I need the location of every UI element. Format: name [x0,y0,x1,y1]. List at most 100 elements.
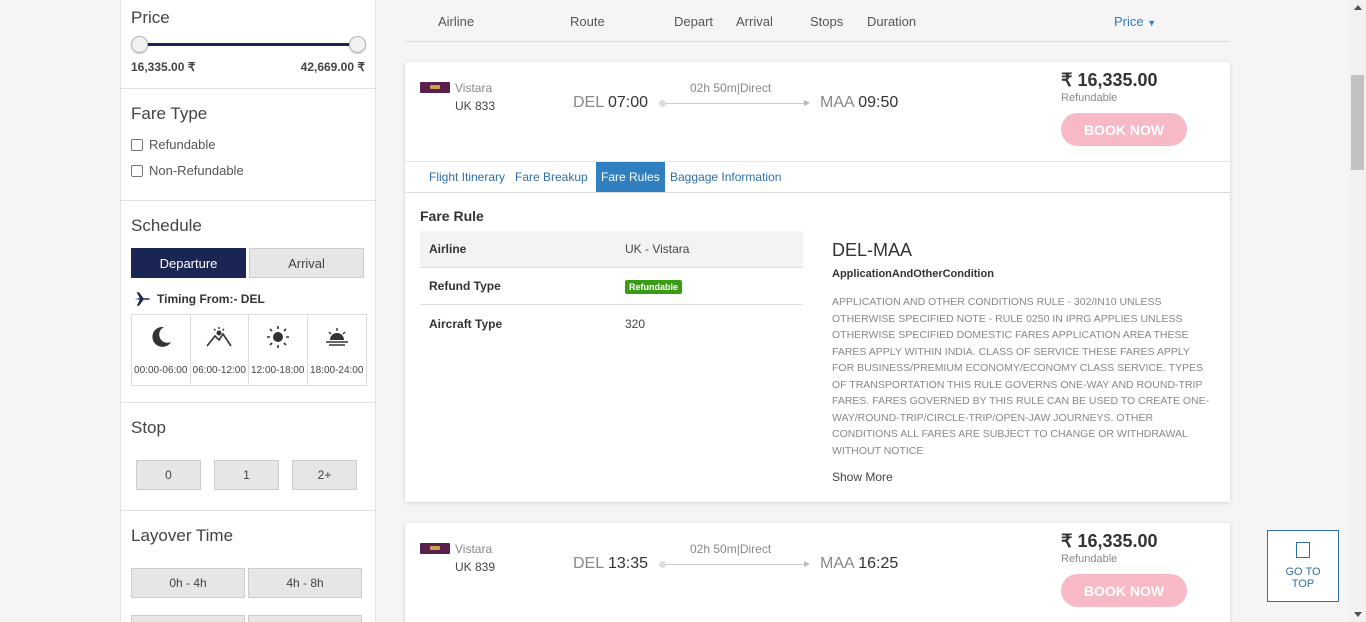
airline-name: Vistara [455,542,493,556]
flight-number: UK 839 [455,560,496,574]
refundable-option[interactable]: Refundable [131,137,216,152]
layover-title: Layover Time [131,526,234,545]
arrival: MAA 16:25 [820,555,898,573]
vistara-logo [420,82,450,93]
layover-button[interactable] [131,615,245,622]
price-slider-min-handle[interactable] [131,36,148,53]
time-slot-afternoon[interactable]: 12:00-18:00 [249,315,308,385]
origin-code: DEL [573,94,604,111]
book-now-button[interactable]: BOOK NOW [1061,574,1187,607]
scrollbar-thumb[interactable] [1351,75,1364,170]
fare-rule-value: 320 [625,316,646,331]
tab-fare-rules[interactable]: Fare Rules [596,162,665,192]
non-refundable-option[interactable]: Non-Refundable [131,163,244,178]
fare-rule-key: Airline [429,242,467,256]
timing-from: Timing From:- DEL [133,291,265,307]
duration-label: 02h 50m|Direct [690,81,772,95]
plane-icon [134,292,150,306]
time-slot-night[interactable]: 00:00-06:00 [132,315,191,385]
arrival-time: 09:50 [858,94,899,111]
fare-rule-table: Airline UK - Vistara Refund Type Refunda… [420,231,803,342]
non-refundable-label: Non-Refundable [149,163,244,178]
arrival: MAA 09:50 [820,94,898,112]
refundable-checkbox[interactable] [131,138,143,151]
layover-0-4-button[interactable]: 0h - 4h [131,568,245,598]
price-slider-track[interactable] [139,43,357,46]
refund-status: Refundable [1061,553,1118,565]
time-slot-evening[interactable]: 18:00-24:00 [308,315,367,385]
layover-options-row2 [131,615,362,622]
refund-status: Refundable [1061,92,1118,104]
fare-type-title: Fare Type [131,104,208,123]
origin-code: DEL [573,555,604,572]
go-to-top-line2: TOP [1291,578,1315,590]
timing-from-label: Timing From:- DEL [157,292,265,306]
destination-code: MAA [820,94,854,111]
departure-button[interactable]: Departure [131,248,246,278]
time-slot-grid: 00:00-06:00 06:00-12:00 12:00-18:00 18:0… [131,314,367,386]
price-slider-max-handle[interactable] [349,36,366,53]
layover-options: 0h - 4h 4h - 8h [131,568,362,598]
departure-time: 07:00 [607,94,649,111]
sunrise-icon [206,327,232,347]
tab-fare-breakup[interactable]: Fare Breakup [510,162,593,192]
refundable-badge: Refundable [625,280,683,294]
scroll-up-arrow-icon[interactable] [1354,5,1362,10]
stop-options: 0 1 2+ [136,460,357,490]
divider [121,510,375,511]
time-slot-label: 18:00-24:00 [310,365,364,376]
header-route[interactable]: Route [570,14,605,29]
divider [121,200,375,201]
filter-sidebar: Price 16,335.00 ₹ 42,669.00 ₹ Fare Type … [120,0,376,622]
duration-label: 02h 50m|Direct [690,542,772,556]
layover-4-8-button[interactable]: 4h - 8h [248,568,362,598]
departure: DEL 13:35 [573,555,648,573]
non-refundable-checkbox[interactable] [131,164,143,177]
stop-0-button[interactable]: 0 [136,460,201,490]
arrival-time: 16:25 [858,555,899,572]
fare-rule-row: Airline UK - Vistara [420,231,803,268]
results-header: Airline Route Depart Arrival Stops Durat… [405,0,1230,42]
divider [121,88,375,89]
sun-icon [266,326,289,348]
stop-title: Stop [131,418,166,437]
page-scrollbar[interactable] [1349,0,1366,622]
route-line [659,561,810,568]
fare-rule-title: Fare Rule [420,208,484,224]
fare-rule-text: APPLICATION AND OTHER CONDITIONS RULE - … [832,296,1210,457]
price-min-value: 16,335.00 ₹ [131,60,196,74]
divider [121,402,375,403]
go-to-top-line1: GO TO [1285,566,1321,578]
header-price: Price [1114,14,1144,29]
header-airline[interactable]: Airline [438,14,474,29]
header-stops[interactable]: Stops [810,14,843,29]
header-arrival[interactable]: Arrival [736,14,773,29]
show-more-link[interactable]: Show More [832,470,893,484]
time-slot-morning[interactable]: 06:00-12:00 [191,315,249,385]
stop-2plus-button[interactable]: 2+ [292,460,357,490]
fare-price: ₹ 16,335.00 [1061,70,1158,90]
header-duration[interactable]: Duration [867,14,916,29]
fare-rule-value: UK - Vistara [625,242,690,256]
fare-rule-row: Refund Type Refundable [420,268,803,305]
book-now-button[interactable]: BOOK NOW [1061,113,1187,146]
header-price-sort[interactable]: Price ▼ [1114,14,1156,29]
price-max-value: 42,669.00 ₹ [300,60,365,74]
layover-button[interactable] [248,615,362,622]
fare-rule-key: Aircraft Type [429,316,503,331]
refundable-label: Refundable [149,137,216,152]
header-depart[interactable]: Depart [674,14,713,29]
time-slot-label: 06:00-12:00 [192,365,246,376]
flight-card: Vistara UK 839 DEL 13:35 02h 50m|Direct … [405,523,1230,622]
route-line [659,100,810,107]
go-to-top-button[interactable]: GO TO TOP [1267,530,1339,602]
vistara-logo [420,543,450,554]
scroll-down-arrow-icon[interactable] [1354,612,1362,617]
stop-1-button[interactable]: 1 [214,460,279,490]
arrival-button[interactable]: Arrival [249,248,364,278]
moon-icon [152,326,171,347]
tab-baggage-information[interactable]: Baggage Information [665,162,786,192]
schedule-title: Schedule [131,216,202,235]
airline-name: Vistara [455,81,493,95]
tab-flight-itinerary[interactable]: Flight Itinerary [424,162,510,192]
